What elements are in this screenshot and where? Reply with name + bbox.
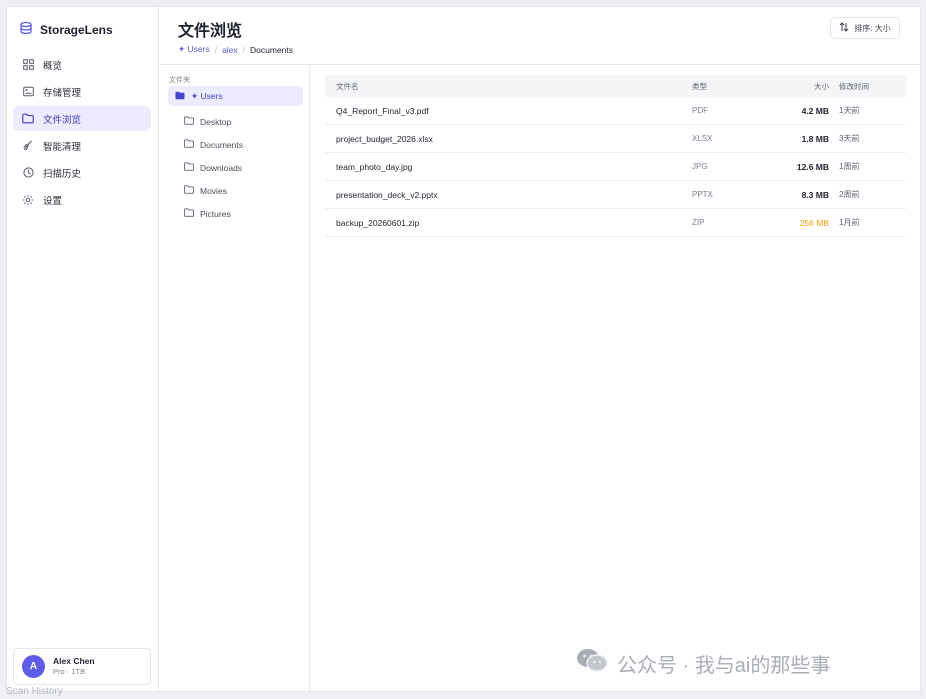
file-modified: 1天前: [839, 106, 860, 115]
tree-item-downloads[interactable]: Downloads: [184, 156, 243, 179]
folder-filled-icon: [175, 91, 185, 102]
wechat-icon: [575, 647, 609, 679]
clock-icon: [22, 167, 34, 179]
breadcrumb-users[interactable]: ✦ Users: [178, 44, 210, 55]
tree-item-desktop[interactable]: Desktop: [184, 110, 243, 133]
file-modified: 1周前: [839, 162, 860, 171]
table-row[interactable]: project_budget_2026.xlsx XLSX 1.8 MB 3天前: [325, 125, 906, 153]
file-name: team_photo_day.jpg: [336, 161, 413, 172]
tree-item-label: Pictures: [200, 208, 231, 219]
user-plan: Pro · 1TB: [53, 667, 86, 676]
file-name: Q4_Report_Final_v3.pdf: [336, 105, 429, 116]
tree-item-label: Desktop: [200, 116, 232, 127]
app-window: StorageLens 概览 存储管理 文件浏览 智能清理 扫描历史 设置 A …: [6, 6, 921, 692]
tree-item-pictures[interactable]: Pictures: [184, 202, 243, 225]
tree-item-documents[interactable]: Documents: [184, 133, 243, 156]
table-row[interactable]: Q4_Report_Final_v3.pdf PDF 4.2 MB 1天前: [325, 97, 906, 125]
file-size: 8.3 MB: [801, 189, 829, 200]
tree-item-label: Downloads: [200, 162, 243, 173]
storage-icon: [22, 86, 34, 98]
folder-icon: [184, 185, 194, 196]
watermark: 公众号 · 我与ai的那些事: [575, 647, 830, 679]
sort-icon: [839, 22, 849, 34]
folder-icon: [184, 116, 194, 127]
file-type: XLSX: [692, 134, 713, 143]
sidebar-item-scan-history[interactable]: 扫描历史: [13, 160, 151, 185]
folder-tree-label: 文件夹: [169, 77, 190, 84]
sidebar-item-label: 设置: [43, 195, 63, 207]
file-modified: 1月前: [839, 218, 860, 227]
gear-icon: [22, 194, 34, 206]
tree-item-label: Movies: [200, 185, 227, 196]
footer-text: Scan History: [6, 686, 63, 697]
breadcrumb-alex[interactable]: alex: [222, 45, 238, 55]
sidebar-item-label: 智能清理: [43, 141, 82, 153]
column-header-modified[interactable]: 修改时间: [829, 81, 906, 92]
user-card[interactable]: A Alex Chen Pro · 1TB: [13, 648, 151, 685]
app-name: StorageLens: [40, 23, 113, 37]
sidebar-item-label: 存储管理: [43, 87, 82, 99]
breadcrumb-separator: /: [242, 44, 246, 55]
sidebar-item-overview[interactable]: 概览: [13, 52, 151, 77]
file-size: 12.6 MB: [796, 161, 829, 172]
file-table-header: 文件名 类型 大小 修改时间: [325, 75, 906, 97]
tree-children: Desktop Documents Downloads Movies Pictu…: [184, 110, 243, 225]
sort-label: 排序: 大小: [854, 23, 891, 33]
file-name: backup_20260601.zip: [336, 217, 420, 228]
file-size-warning: 256 MB: [799, 217, 829, 228]
tree-item-label: ✦ Users: [191, 90, 223, 101]
file-type: JPG: [692, 162, 708, 171]
avatar: A: [22, 655, 45, 678]
file-modified: 2周前: [839, 190, 860, 199]
table-row[interactable]: presentation_deck_v2.pptx PPTX 8.3 MB 2周…: [325, 181, 906, 209]
grid-icon: [22, 59, 34, 71]
sidebar-item-file-browser[interactable]: 文件浏览: [13, 106, 151, 131]
user-name: Alex Chen: [53, 656, 95, 666]
sidebar-nav: 概览 存储管理 文件浏览 智能清理 扫描历史 设置: [13, 52, 151, 214]
folder-tree: 文件夹 ✦ Users Desktop Documents Downloads: [159, 65, 310, 691]
table-row[interactable]: backup_20260601.zip ZIP 256 MB 1月前: [325, 209, 906, 237]
file-type: PPTX: [692, 190, 713, 199]
column-header-type[interactable]: 类型: [692, 81, 752, 92]
broom-icon: [22, 140, 34, 152]
sidebar-item-storage[interactable]: 存储管理: [13, 79, 151, 104]
breadcrumb-separator: /: [214, 44, 218, 55]
file-size: 4.2 MB: [801, 105, 829, 116]
sidebar-item-label: 扫描历史: [43, 168, 82, 180]
breadcrumb: ✦ Users / alex / Documents: [178, 44, 293, 55]
sidebar-item-smart-clean[interactable]: 智能清理: [13, 133, 151, 158]
file-type: ZIP: [692, 218, 705, 227]
file-size: 1.8 MB: [801, 133, 829, 144]
tree-item-movies[interactable]: Movies: [184, 179, 243, 202]
sidebar-item-label: 概览: [43, 60, 63, 72]
folder-icon: [22, 113, 34, 125]
page-header: 文件浏览 ✦ Users / alex / Documents 排序: 大小: [159, 7, 920, 65]
watermark-text: 公众号 · 我与ai的那些事: [617, 654, 831, 677]
tree-item-label: Documents: [200, 139, 243, 150]
column-header-name[interactable]: 文件名: [325, 81, 692, 92]
tree-item-users[interactable]: ✦ Users: [168, 86, 303, 106]
column-header-size[interactable]: 大小: [752, 81, 829, 92]
database-icon: [19, 21, 33, 40]
file-name: presentation_deck_v2.pptx: [336, 189, 438, 200]
sidebar-item-label: 文件浏览: [43, 114, 82, 126]
file-name: project_budget_2026.xlsx: [336, 133, 433, 144]
folder-icon: [184, 139, 194, 150]
file-modified: 3天前: [839, 134, 860, 143]
breadcrumb-current: Documents: [250, 44, 294, 55]
brand[interactable]: StorageLens: [19, 21, 113, 40]
folder-icon: [184, 162, 194, 173]
page-title: 文件浏览: [178, 23, 243, 40]
sort-button[interactable]: 排序: 大小: [830, 17, 900, 39]
file-table: 文件名 类型 大小 修改时间 Q4_Report_Final_v3.pdf PD…: [325, 75, 906, 237]
sidebar: StorageLens 概览 存储管理 文件浏览 智能清理 扫描历史 设置 A …: [7, 7, 159, 691]
table-row[interactable]: team_photo_day.jpg JPG 12.6 MB 1周前: [325, 153, 906, 181]
folder-icon: [184, 208, 194, 219]
sidebar-item-settings[interactable]: 设置: [13, 187, 151, 212]
file-type: PDF: [692, 106, 708, 115]
